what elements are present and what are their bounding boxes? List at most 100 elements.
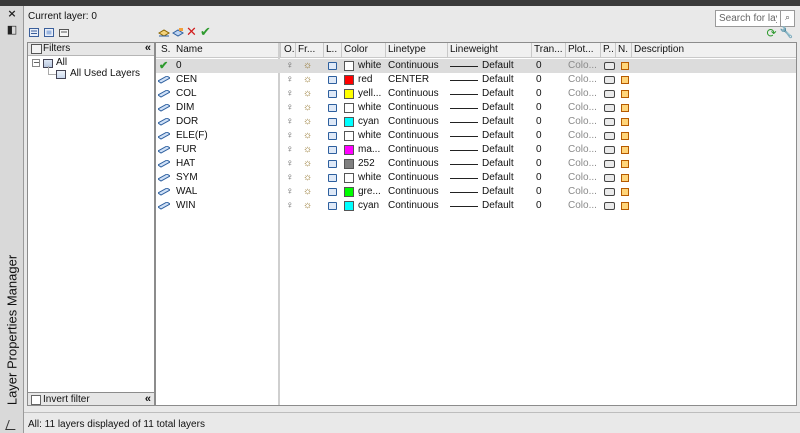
layer-linetype[interactable]: Continuous [388,102,439,113]
layer-lineweight[interactable]: Default [482,158,514,169]
column-divider[interactable] [531,43,532,58]
column-divider[interactable] [565,43,566,58]
layer-plot-style[interactable]: Colo... [568,116,597,127]
layer-transparency[interactable]: 0 [536,158,542,169]
thaw-sun-icon[interactable]: ☼ [303,186,312,198]
layer-lineweight[interactable]: Default [482,74,514,85]
new-vp-freeze-icon[interactable] [621,62,629,70]
col-plot[interactable]: P.. [603,44,614,55]
column-divider[interactable] [615,43,616,58]
new-vp-freeze-icon[interactable] [621,146,629,154]
unlock-icon[interactable] [328,188,337,196]
layer-linetype[interactable]: Continuous [388,172,439,183]
layer-linetype[interactable]: Continuous [388,200,439,211]
thaw-sun-icon[interactable]: ☼ [303,102,312,114]
on-lightbulb-icon[interactable]: ♀ [286,186,294,198]
layer-plot-style[interactable]: Colo... [568,88,597,99]
plot-printer-icon[interactable] [604,62,615,70]
delete-layer-icon[interactable]: ✕ [185,26,198,39]
column-divider[interactable] [295,43,296,58]
layer-row[interactable]: COL ♀ ☼ yell... Continuous Default 0 Colo... [156,87,796,101]
layer-transparency[interactable]: 0 [536,200,542,211]
layer-name[interactable]: DIM [176,102,194,113]
layer-color[interactable]: gre... [358,186,381,197]
layer-name[interactable]: CEN [176,74,197,85]
col-name[interactable]: Name [176,44,203,55]
plot-printer-icon[interactable] [604,146,615,154]
layer-plot-style[interactable]: Colo... [568,172,597,183]
layer-name[interactable]: ELE(F) [176,130,208,141]
tree-collapse-icon[interactable]: − [32,59,40,67]
layer-row[interactable]: ELE(F) ♀ ☼ white Continuous Default 0 Colo... [156,129,796,143]
col-status[interactable]: S. [161,44,170,55]
on-lightbulb-icon[interactable]: ♀ [286,60,294,72]
layer-lineweight[interactable]: Default [482,116,514,127]
collapse-panel-icon[interactable]: « [145,42,151,54]
set-current-icon[interactable]: ✔ [199,26,212,39]
layer-name[interactable]: FUR [176,144,197,155]
column-divider[interactable] [341,43,342,58]
properties-icon[interactable]: ◧ [5,24,19,36]
column-divider[interactable] [600,43,601,58]
on-lightbulb-icon[interactable]: ♀ [286,102,294,114]
layer-lineweight[interactable]: Default [482,144,514,155]
thaw-sun-icon[interactable]: ☼ [303,88,312,100]
layer-plot-style[interactable]: Colo... [568,144,597,155]
col-transparency[interactable]: Tran... [534,44,563,55]
layer-color[interactable]: yell... [358,88,381,99]
layer-plot-style[interactable]: Colo... [568,130,597,141]
on-lightbulb-icon[interactable]: ♀ [286,88,294,100]
unlock-icon[interactable] [328,174,337,182]
layer-name[interactable]: COL [176,88,197,99]
layer-color[interactable]: 252 [358,158,375,169]
layer-name[interactable]: HAT [176,158,195,169]
layer-plot-style[interactable]: Colo... [568,200,597,211]
new-vp-freeze-icon[interactable] [621,90,629,98]
plot-printer-icon[interactable] [604,188,615,196]
layer-row[interactable]: FUR ♀ ☼ ma... Continuous Default 0 Colo... [156,143,796,157]
layer-transparency[interactable]: 0 [536,116,542,127]
column-divider[interactable] [385,43,386,58]
thaw-sun-icon[interactable]: ☼ [303,74,312,86]
on-lightbulb-icon[interactable]: ♀ [286,172,294,184]
layer-transparency[interactable]: 0 [536,88,542,99]
collapse-panel-icon[interactable]: « [145,393,151,405]
layer-name[interactable]: WAL [176,186,197,197]
layer-name[interactable]: 0 [176,60,182,71]
layer-plot-style[interactable]: Colo... [568,60,597,71]
layer-linetype[interactable]: CENTER [388,74,429,85]
thaw-sun-icon[interactable]: ☼ [303,130,312,142]
new-vp-freeze-icon[interactable] [621,104,629,112]
layer-lineweight[interactable]: Default [482,88,514,99]
layer-name[interactable]: DOR [176,116,198,127]
plot-printer-icon[interactable] [604,202,615,210]
refresh-icon[interactable]: ⟳ [765,26,778,39]
layer-plot-style[interactable]: Colo... [568,186,597,197]
layer-transparency[interactable]: 0 [536,74,542,85]
on-lightbulb-icon[interactable]: ♀ [286,158,294,170]
layer-transparency[interactable]: 0 [536,172,542,183]
unlock-icon[interactable] [328,90,337,98]
color-swatch[interactable] [344,117,354,127]
layer-linetype[interactable]: Continuous [388,88,439,99]
col-new-vp-freeze[interactable]: N. [618,44,628,55]
color-swatch[interactable] [344,187,354,197]
layer-color[interactable]: white [358,130,381,141]
thaw-sun-icon[interactable]: ☼ [303,116,312,128]
color-swatch[interactable] [344,75,354,85]
unlock-icon[interactable] [328,132,337,140]
col-lineweight[interactable]: Lineweight [450,44,498,55]
layer-plot-style[interactable]: Colo... [568,158,597,169]
col-plot-style[interactable]: Plot... [568,44,594,55]
thaw-sun-icon[interactable]: ☼ [303,158,312,170]
invert-filter-checkbox[interactable] [31,395,41,405]
color-swatch[interactable] [344,159,354,169]
unlock-icon[interactable] [328,62,337,70]
layer-plot-style[interactable]: Colo... [568,102,597,113]
layer-linetype[interactable]: Continuous [388,186,439,197]
color-swatch[interactable] [344,103,354,113]
col-lock[interactable]: L.. [326,44,337,55]
layer-linetype[interactable]: Continuous [388,130,439,141]
layer-color[interactable]: white [358,102,381,113]
unlock-icon[interactable] [328,118,337,126]
